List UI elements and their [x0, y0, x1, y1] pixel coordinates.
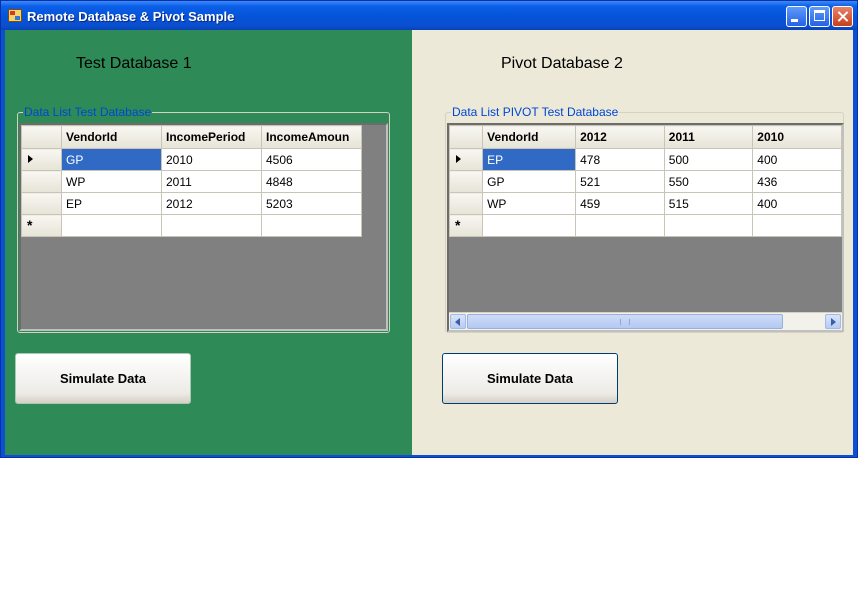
row-header[interactable] [449, 148, 484, 171]
row-header[interactable] [449, 192, 484, 215]
table-row[interactable]: WP 459 515 400 [449, 192, 842, 215]
scroll-thumb[interactable] [467, 314, 783, 329]
application-window: Remote Database & Pivot Sample Test Data… [0, 0, 858, 458]
table-cell[interactable]: 478 [575, 148, 665, 171]
scroll-left-button[interactable] [450, 314, 466, 329]
table-row[interactable]: GP 521 550 436 [449, 170, 842, 193]
new-row[interactable]: * [21, 214, 362, 237]
table-cell[interactable]: 2011 [161, 170, 262, 193]
column-header-2011[interactable]: 2011 [663, 125, 754, 149]
column-header-incomeperiod[interactable]: IncomePeriod [161, 125, 262, 149]
column-header-incomeamount[interactable]: IncomeAmoun [261, 125, 362, 149]
simulate-data-button[interactable]: Simulate Data [442, 353, 618, 404]
table-cell[interactable] [61, 214, 162, 237]
group-label: Data List PIVOT Test Database [452, 105, 619, 119]
table-cell[interactable]: GP [482, 170, 577, 193]
table-cell[interactable]: EP [61, 192, 162, 215]
minimize-button[interactable] [786, 6, 807, 27]
table-row[interactable]: WP 2011 4848 [21, 170, 362, 193]
table-cell[interactable]: WP [482, 192, 577, 215]
client-area: Test Database 1 Data List Test Database … [5, 30, 853, 455]
table-cell[interactable]: 521 [575, 170, 665, 193]
table-cell[interactable]: WP [61, 170, 162, 193]
row-header[interactable]: * [21, 214, 62, 237]
app-icon[interactable] [8, 9, 22, 22]
column-header-2010[interactable]: 2010 [752, 125, 842, 149]
table-cell[interactable]: 500 [663, 148, 754, 171]
table-cell[interactable] [752, 214, 842, 237]
row-header[interactable] [21, 170, 62, 193]
table-cell[interactable]: 400 [752, 192, 842, 215]
table-cell[interactable]: 4848 [261, 170, 362, 193]
pivot-database-grid[interactable]: VendorId 2012 2011 2010 EP 478 500 400 G… [447, 123, 844, 332]
row-header[interactable] [21, 192, 62, 215]
window-title: Remote Database & Pivot Sample [27, 9, 235, 24]
test-database-grid[interactable]: VendorId IncomePeriod IncomeAmoun GP 201… [19, 123, 388, 331]
column-header-2012[interactable]: 2012 [575, 125, 665, 149]
table-row[interactable]: EP 478 500 400 [449, 148, 842, 171]
horizontal-scrollbar[interactable] [449, 312, 842, 330]
new-row[interactable]: * [449, 214, 842, 237]
table-cell[interactable]: 5203 [261, 192, 362, 215]
new-row-icon: * [27, 217, 33, 233]
table-cell[interactable] [663, 214, 754, 237]
row-header[interactable] [21, 148, 62, 171]
row-header[interactable] [449, 170, 484, 193]
title-bar[interactable]: Remote Database & Pivot Sample [1, 1, 857, 30]
row-header[interactable]: * [449, 214, 484, 237]
table-cell[interactable]: 4506 [261, 148, 362, 171]
column-header-vendorid[interactable]: VendorId [61, 125, 162, 149]
table-cell[interactable]: 400 [752, 148, 842, 171]
table-cell[interactable]: 515 [663, 192, 754, 215]
table-row[interactable]: GP 2010 4506 [21, 148, 362, 171]
table-cell[interactable] [482, 214, 577, 237]
close-button[interactable] [832, 6, 853, 27]
table-cell[interactable]: 550 [663, 170, 754, 193]
table-row[interactable]: EP 2012 5203 [21, 192, 362, 215]
column-header-vendorid[interactable]: VendorId [482, 125, 577, 149]
table-cell[interactable]: 459 [575, 192, 665, 215]
table-cell[interactable] [575, 214, 665, 237]
panel-heading: Pivot Database 2 [501, 55, 623, 72]
current-row-arrow-icon [28, 155, 33, 163]
table-cell[interactable]: 436 [752, 170, 842, 193]
grid-corner-header[interactable] [449, 125, 484, 149]
grid-corner-header[interactable] [21, 125, 62, 149]
table-cell[interactable]: 2012 [161, 192, 262, 215]
pivot-database-panel: Pivot Database 2 Data List PIVOT Test Da… [412, 30, 853, 455]
table-cell[interactable] [261, 214, 362, 237]
maximize-button[interactable] [809, 6, 830, 27]
test-database-panel: Test Database 1 Data List Test Database … [5, 30, 412, 455]
new-row-icon: * [455, 217, 461, 233]
table-cell[interactable]: 2010 [161, 148, 262, 171]
scroll-right-button[interactable] [825, 314, 841, 329]
panel-heading: Test Database 1 [76, 55, 192, 72]
simulate-data-button[interactable]: Simulate Data [15, 353, 191, 404]
table-cell[interactable]: EP [482, 148, 577, 171]
table-cell[interactable]: GP [61, 148, 162, 171]
table-cell[interactable] [161, 214, 262, 237]
current-row-arrow-icon [456, 155, 461, 163]
group-label: Data List Test Database [24, 105, 152, 119]
